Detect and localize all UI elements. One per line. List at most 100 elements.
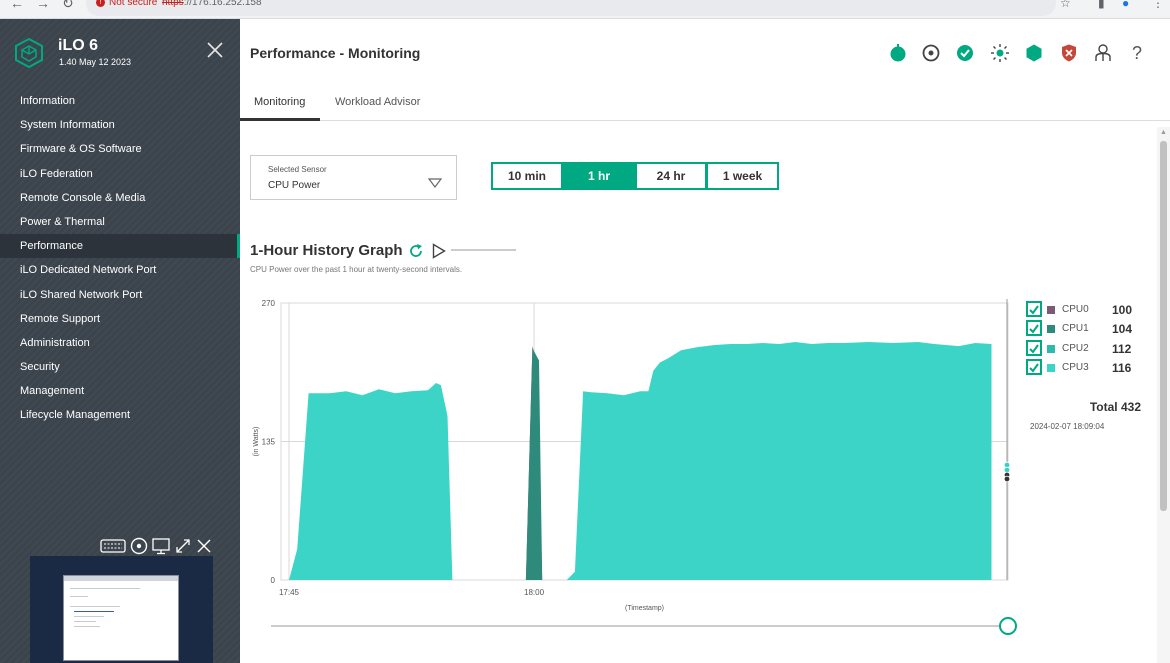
series-name: CPU3: [1062, 362, 1089, 374]
sidebar-item-remote-console-media[interactable]: Remote Console & Media: [0, 186, 240, 210]
user-icon[interactable]: [1093, 43, 1113, 63]
virtual-media-icon[interactable]: [130, 537, 148, 555]
legend-item-cpu2: CPU2 112: [1026, 339, 1156, 358]
sidebar-item-ilo-shared-network-port[interactable]: iLO Shared Network Port: [0, 283, 240, 307]
tab-monitoring[interactable]: Monitoring: [254, 96, 305, 108]
x-tick-label: 17:45: [279, 588, 300, 597]
x-tick-label: 18:00: [524, 588, 545, 597]
url-host: ://176.16.252.158: [183, 0, 262, 8]
uid-icon[interactable]: [921, 43, 941, 63]
console-thumbnail: [63, 575, 179, 661]
close-sidebar-icon[interactable]: [206, 41, 224, 59]
time-slider-handle[interactable]: [999, 617, 1017, 635]
play-icon[interactable]: [432, 243, 446, 259]
series-toggle-checkbox[interactable]: [1026, 359, 1042, 376]
sidebar-item-ilo-dedicated-network-port[interactable]: iLO Dedicated Network Port: [0, 258, 240, 282]
sidebar-item-firmware-os-software[interactable]: Firmware & OS Software: [0, 137, 240, 161]
checkmark-icon: [1029, 344, 1039, 354]
sensor-select[interactable]: Selected Sensor CPU Power: [250, 155, 457, 200]
keyboard-icon[interactable]: [100, 539, 126, 553]
tab-workload-advisor[interactable]: Workload Advisor: [335, 96, 420, 108]
sidebar-item-lifecycle-management[interactable]: Lifecycle Management: [0, 403, 240, 427]
sidebar-item-information[interactable]: Information: [0, 89, 240, 113]
scroll-up-icon[interactable]: ▲: [1160, 129, 1167, 136]
range-24hr-button[interactable]: 24 hr: [635, 162, 707, 190]
refresh-icon[interactable]: [408, 243, 424, 259]
sidebar-item-power-thermal[interactable]: Power & Thermal: [0, 210, 240, 234]
bookmark-star-icon[interactable]: ☆: [1060, 0, 1071, 10]
series-swatch: [1047, 306, 1055, 314]
sidebar-item-system-information[interactable]: System Information: [0, 113, 240, 137]
sidebar-item-security[interactable]: Security: [0, 355, 240, 379]
graph-title: 1-Hour History Graph: [250, 242, 403, 259]
ilo-logo-icon: [15, 37, 43, 69]
health-ok-icon[interactable]: [955, 43, 975, 63]
legend-timestamp: 2024-02-07 18:09:04: [1030, 422, 1105, 431]
sidebar-item-remote-support[interactable]: Remote Support: [0, 307, 240, 331]
chart-legend: CPU0 100 CPU1 104 CPU2 112 CPU3 116 Total 432 2…: [1026, 300, 1156, 431]
url-scheme: https: [162, 0, 184, 8]
brightness-icon[interactable]: [990, 43, 1010, 63]
browser-menu-icon[interactable]: ⋮: [1152, 0, 1164, 10]
sensor-select-label: Selected Sensor: [268, 165, 327, 174]
chevron-down-icon: [428, 178, 442, 188]
sidebar-item-management[interactable]: Management: [0, 379, 240, 403]
series-value: 104: [1112, 322, 1133, 337]
security-indicator[interactable]: ! Not secure: [96, 0, 157, 8]
y-tick-label: 135: [262, 438, 276, 447]
series-value: 116: [1112, 361, 1132, 376]
series-toggle-checkbox[interactable]: [1026, 320, 1042, 337]
legend-total: Total 432: [1090, 400, 1141, 414]
product-title: iLO 6: [58, 37, 99, 54]
tab-bar: Monitoring Workload Advisor: [240, 87, 1170, 121]
series-name: CPU2: [1062, 342, 1089, 354]
series-area-cpu1: [525, 348, 543, 580]
page-title: Performance - Monitoring: [250, 45, 421, 61]
security-shield-icon[interactable]: [1059, 43, 1079, 63]
checkmark-icon: [1029, 324, 1039, 334]
side-panel-icon[interactable]: ▮: [1098, 0, 1105, 10]
expand-icon[interactable]: [174, 537, 192, 555]
series-name: CPU0: [1062, 304, 1089, 315]
range-1week-button[interactable]: 1 week: [706, 162, 779, 190]
sensor-select-value: CPU Power: [268, 180, 321, 191]
sidebar-item-administration[interactable]: Administration: [0, 331, 240, 355]
sidebar-item-performance[interactable]: Performance: [0, 234, 240, 259]
svg-text:?: ?: [1132, 43, 1142, 63]
remote-console-preview[interactable]: [30, 556, 213, 663]
series-swatch: [1047, 364, 1055, 373]
series-toggle-checkbox[interactable]: [1026, 339, 1042, 356]
hexagon-status-icon[interactable]: [1024, 43, 1044, 63]
legend-total-label: Total: [1089, 400, 1118, 414]
profile-icon[interactable]: ●: [1122, 0, 1129, 10]
range-1hr-button[interactable]: 1 hr: [562, 162, 636, 190]
back-icon[interactable]: ←: [10, 0, 24, 11]
power-icon[interactable]: [888, 43, 908, 63]
launch-console-icon[interactable]: [152, 537, 170, 555]
close-console-icon[interactable]: [196, 538, 212, 554]
security-label: Not secure: [109, 0, 158, 8]
remote-console-toolbar: [100, 535, 212, 557]
hover-point-marker: [1003, 475, 1011, 483]
firmware-version: 1.40 May 12 2023: [59, 57, 132, 67]
series-toggle-checkbox[interactable]: [1026, 301, 1042, 317]
sidebar-item-ilo-federation[interactable]: iLO Federation: [0, 162, 240, 186]
url-text[interactable]: https://176.16.252.158: [162, 0, 262, 8]
legend-item-cpu1: CPU1 104: [1026, 319, 1156, 338]
series-area-cpu3: [280, 342, 992, 580]
main-content: Performance - Monitoring ? Monitoring Wo…: [240, 19, 1170, 663]
series-swatch: [1047, 325, 1055, 334]
playback-track[interactable]: [451, 249, 516, 251]
legend-item-cpu3: CPU3 116: [1026, 358, 1156, 377]
graph-subtitle: CPU Power over the past 1 hour at twenty…: [250, 265, 463, 274]
sidebar: iLO 6 1.40 May 12 2023 Information System…: [0, 19, 240, 663]
series-swatch: [1047, 344, 1055, 353]
y-axis-label: (in Watts): [253, 427, 260, 457]
series-value: 100: [1112, 303, 1133, 317]
warning-icon: !: [96, 0, 105, 7]
forward-icon[interactable]: →: [36, 0, 50, 11]
range-10min-button[interactable]: 10 min: [491, 162, 563, 190]
reload-icon[interactable]: ↻: [62, 0, 74, 12]
checkmark-icon: [1029, 305, 1039, 315]
help-icon[interactable]: ?: [1127, 43, 1147, 63]
